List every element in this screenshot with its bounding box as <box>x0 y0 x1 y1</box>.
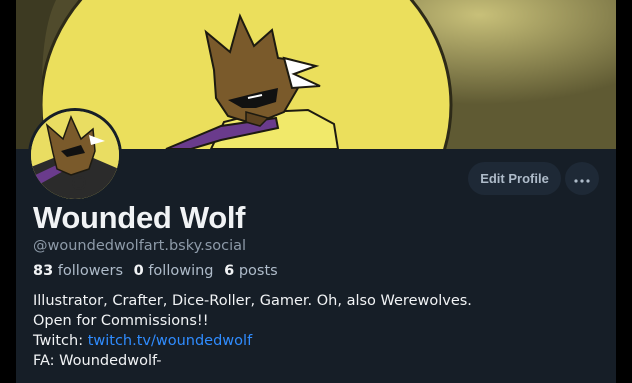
bio-line: Twitch: twitch.tv/woundedwolf <box>33 331 472 351</box>
more-options-button[interactable] <box>565 162 599 195</box>
profile-bio: Illustrator, Crafter, Dice-Roller, Gamer… <box>33 291 472 371</box>
profile-panel: Edit Profile Wounded Wolf @woundedwolfar… <box>16 0 616 383</box>
following-link[interactable]: 0 following <box>134 263 214 279</box>
following-count: 0 <box>133 263 144 279</box>
profile-stats: 83 followers 0 following 6 posts <box>33 263 284 279</box>
posts-count: 6 <box>224 263 235 279</box>
following-label: following <box>148 263 214 279</box>
display-name: Wounded Wolf <box>33 200 246 235</box>
posts-stat: 6 posts <box>224 263 278 279</box>
avatar[interactable] <box>28 108 122 202</box>
bio-line: Illustrator, Crafter, Dice-Roller, Gamer… <box>33 293 472 309</box>
twitch-prefix: Twitch: <box>33 333 88 349</box>
edit-profile-button[interactable]: Edit Profile <box>468 162 561 195</box>
followers-label: followers <box>57 263 123 279</box>
bio-line: FA: Woundedwolf- <box>33 353 162 369</box>
bio-line: Open for Commissions!! <box>33 313 209 329</box>
ellipsis-icon <box>574 171 590 186</box>
followers-link[interactable]: 83 followers <box>33 263 123 279</box>
page: Edit Profile Wounded Wolf @woundedwolfar… <box>0 0 632 383</box>
posts-label: posts <box>238 263 278 279</box>
profile-handle: @woundedwolfart.bsky.social <box>33 238 247 254</box>
twitch-link[interactable]: twitch.tv/woundedwolf <box>88 333 252 349</box>
followers-count: 83 <box>33 263 54 279</box>
